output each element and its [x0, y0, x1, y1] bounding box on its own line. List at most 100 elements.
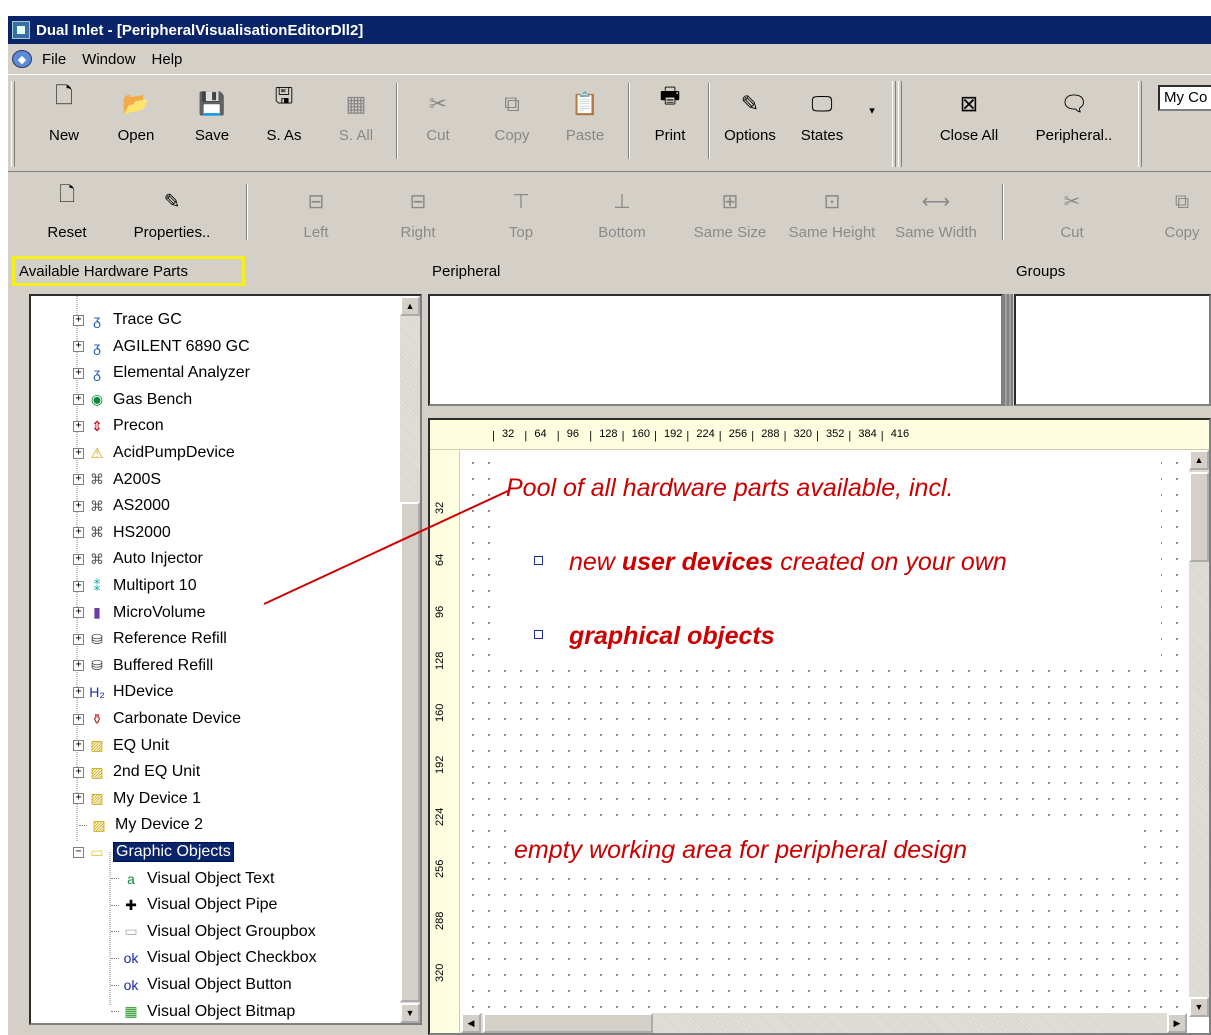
tree-item[interactable]: + ⌘ Auto Injector: [73, 547, 203, 571]
properties-button[interactable]: ✎ Properties..: [124, 174, 220, 252]
expand-icon[interactable]: +: [73, 686, 84, 698]
panel-splitter[interactable]: [1003, 294, 1013, 406]
tree-item[interactable]: + ▨ EQ Unit: [73, 734, 169, 758]
menu-window[interactable]: Window: [74, 49, 143, 70]
peripheral-list[interactable]: [428, 294, 1003, 406]
menu-file[interactable]: File: [34, 49, 74, 70]
expand-icon[interactable]: +: [73, 367, 84, 379]
open-button[interactable]: 📂 Open: [108, 79, 164, 167]
tree-item[interactable]: + ᵹ Elemental Analyzer: [73, 361, 250, 385]
scroll-down-arrow-icon[interactable]: ▼: [1189, 997, 1209, 1017]
align-bottom-button[interactable]: ⊥ Bottom: [588, 174, 656, 252]
tree-item[interactable]: ▦ Visual Object Bitmap: [111, 1000, 295, 1023]
groups-list[interactable]: [1014, 294, 1211, 406]
document-menu-icon[interactable]: ◆: [12, 50, 32, 68]
tree-item[interactable]: + ⚠ AcidPumpDevice: [73, 441, 235, 465]
toolbar-grip[interactable]: [892, 81, 896, 167]
expand-icon[interactable]: +: [73, 500, 84, 512]
tree-item[interactable]: − ▭ Graphic Objects: [73, 840, 234, 864]
canvas-vertical-scrollbar[interactable]: ▲ ▼: [1189, 450, 1209, 1017]
tree-item[interactable]: + ⛁ Buffered Refill: [73, 654, 213, 678]
same-size-button[interactable]: ⊞ Same Size: [684, 174, 776, 252]
expand-icon[interactable]: +: [73, 607, 84, 619]
peripheral-select[interactable]: My Co: [1158, 85, 1211, 111]
collapse-icon[interactable]: −: [73, 846, 84, 858]
available-parts-header: Available Hardware Parts: [12, 256, 245, 286]
scroll-thumb[interactable]: [483, 1013, 653, 1033]
align-left-button[interactable]: ⊟ Left: [290, 174, 342, 252]
menu-help[interactable]: Help: [144, 49, 191, 70]
same-width-button[interactable]: ⟷ Same Width: [886, 174, 986, 252]
save-as-button[interactable]: 🖫 S. As: [258, 79, 310, 167]
scroll-thumb[interactable]: [1189, 472, 1209, 562]
tree-item[interactable]: + ⚱ Carbonate Device: [73, 707, 241, 731]
align-top-button[interactable]: ⊤ Top: [496, 174, 546, 252]
new-button[interactable]: 🗋 New: [38, 79, 90, 167]
expand-icon[interactable]: +: [73, 394, 84, 406]
expand-icon[interactable]: +: [73, 447, 84, 459]
states-dropdown[interactable]: ▾: [864, 79, 880, 167]
tree-item[interactable]: a Visual Object Text: [111, 867, 274, 891]
states-button[interactable]: 🖵 States: [790, 79, 854, 167]
tree-item[interactable]: + ▨ 2nd EQ Unit: [73, 760, 200, 784]
peripheral-button[interactable]: 🗨 Peripheral..: [1024, 79, 1124, 167]
canvas-horizontal-scrollbar[interactable]: ◀ ▶: [461, 1013, 1187, 1033]
tree-item-label: Visual Object Groupbox: [147, 922, 316, 940]
expand-icon[interactable]: +: [73, 713, 84, 725]
expand-icon[interactable]: +: [73, 420, 84, 432]
scroll-up-arrow-icon[interactable]: ▲: [400, 296, 420, 316]
toolbar-grip[interactable]: [1138, 81, 1142, 167]
expand-icon[interactable]: +: [73, 766, 84, 778]
expand-icon[interactable]: +: [73, 474, 84, 486]
save-button[interactable]: 💾 Save: [186, 79, 238, 167]
tree-item[interactable]: ok Visual Object Checkbox: [111, 946, 317, 970]
tree-item[interactable]: + ▮ MicroVolume: [73, 601, 205, 625]
tree-item[interactable]: ok Visual Object Button: [111, 973, 292, 997]
scroll-up-arrow-icon[interactable]: ▲: [1189, 450, 1209, 470]
tree-vertical-scrollbar[interactable]: ▲ ▼: [400, 296, 420, 1023]
tree-item[interactable]: + ◉ Gas Bench: [73, 388, 192, 412]
tree-item[interactable]: ✚ Visual Object Pipe: [111, 893, 277, 917]
tree-item[interactable]: + ⌘ HS2000: [73, 521, 171, 545]
same-height-button[interactable]: ⊡ Same Height: [780, 174, 884, 252]
expand-icon[interactable]: +: [73, 740, 84, 752]
expand-icon[interactable]: +: [73, 553, 84, 565]
print-button[interactable]: 🖶 Print: [642, 79, 698, 167]
scroll-thumb[interactable]: [400, 502, 420, 1002]
close-all-button[interactable]: ⊠ Close All: [930, 79, 1008, 167]
reset-button[interactable]: 🗋 Reset: [38, 174, 96, 252]
tree-item[interactable]: + ⛁ Reference Refill: [73, 627, 227, 651]
expand-icon[interactable]: +: [73, 660, 84, 672]
cut-button[interactable]: ✂ Cut: [412, 79, 464, 167]
save-all-button[interactable]: ▦ S. All: [330, 79, 382, 167]
tree-item[interactable]: ▭ Visual Object Groupbox: [111, 920, 316, 944]
expand-icon[interactable]: +: [73, 314, 84, 326]
tree-item[interactable]: ▨ My Device 2: [73, 813, 203, 837]
ruler-tick-label: 32: [502, 428, 515, 440]
tree-item[interactable]: + ⇕ Precon: [73, 414, 164, 438]
tree-item[interactable]: + ⌘ A200S: [73, 468, 161, 492]
expand-icon[interactable]: +: [73, 633, 84, 645]
tree-item[interactable]: + H₂ HDevice: [73, 680, 173, 704]
tree-item[interactable]: + ᵹ AGILENT 6890 GC: [73, 335, 250, 359]
copy-object-button[interactable]: ⧉ Copy: [1158, 174, 1206, 252]
tree-item[interactable]: + ⁑ Multiport 10: [73, 574, 197, 598]
toolbar-grip[interactable]: [11, 81, 15, 167]
expand-icon[interactable]: +: [73, 793, 84, 805]
expand-icon[interactable]: +: [73, 527, 84, 539]
options-button[interactable]: ✎ Options: [716, 79, 784, 167]
copy-button[interactable]: ⧉ Copy: [484, 79, 540, 167]
expand-icon[interactable]: +: [73, 580, 84, 592]
scroll-down-arrow-icon[interactable]: ▼: [400, 1003, 420, 1023]
align-right-button[interactable]: ⊟ Right: [390, 174, 446, 252]
toolbar-grip[interactable]: [898, 81, 902, 167]
scroll-left-arrow-icon[interactable]: ◀: [461, 1013, 481, 1033]
expand-icon[interactable]: +: [73, 341, 84, 353]
paste-button[interactable]: 📋 Paste: [556, 79, 614, 167]
tree-item[interactable]: + ⌘ AS2000: [73, 494, 170, 518]
tree-item[interactable]: + ▨ My Device 1: [73, 787, 201, 811]
scroll-right-arrow-icon[interactable]: ▶: [1167, 1013, 1187, 1033]
hardware-parts-tree[interactable]: + ᵹ Trace GC + ᵹ AGILENT 6890 GC + ᵹ Elemental A…: [29, 294, 422, 1025]
tree-item[interactable]: + ᵹ Trace GC: [73, 308, 182, 332]
cut-object-button[interactable]: ✂ Cut: [1050, 174, 1094, 252]
